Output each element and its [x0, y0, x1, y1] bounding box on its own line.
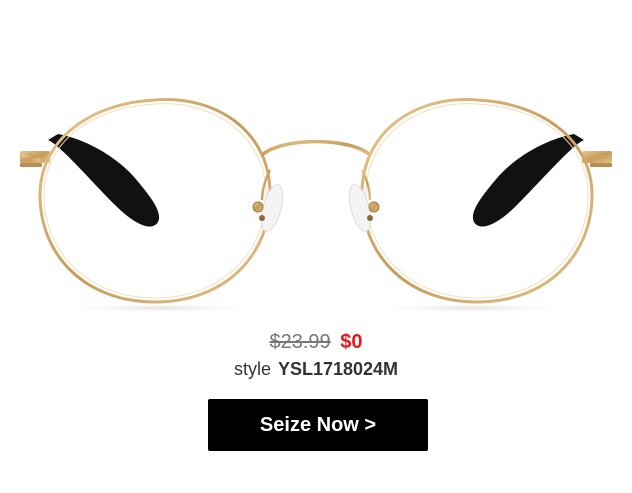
right-lens-shadow	[362, 303, 582, 313]
right-lens-rim	[360, 98, 594, 304]
bridge	[260, 139, 372, 157]
seize-now-button[interactable]: Seize Now >	[208, 399, 428, 451]
product-image	[0, 0, 632, 320]
right-temple	[472, 134, 584, 227]
left-lens-rim	[38, 98, 272, 304]
style-row: style YSL1718024M	[0, 357, 632, 381]
price-row: $23.99 $0	[0, 329, 632, 355]
original-price: $23.99	[269, 331, 331, 353]
style-code: YSL1718024M	[277, 359, 399, 379]
left-temple	[48, 134, 160, 227]
eyeglasses-icon	[20, 98, 612, 313]
sale-price: $0	[340, 331, 363, 353]
left-lens-shadow	[50, 303, 270, 313]
style-label: style	[233, 359, 271, 379]
